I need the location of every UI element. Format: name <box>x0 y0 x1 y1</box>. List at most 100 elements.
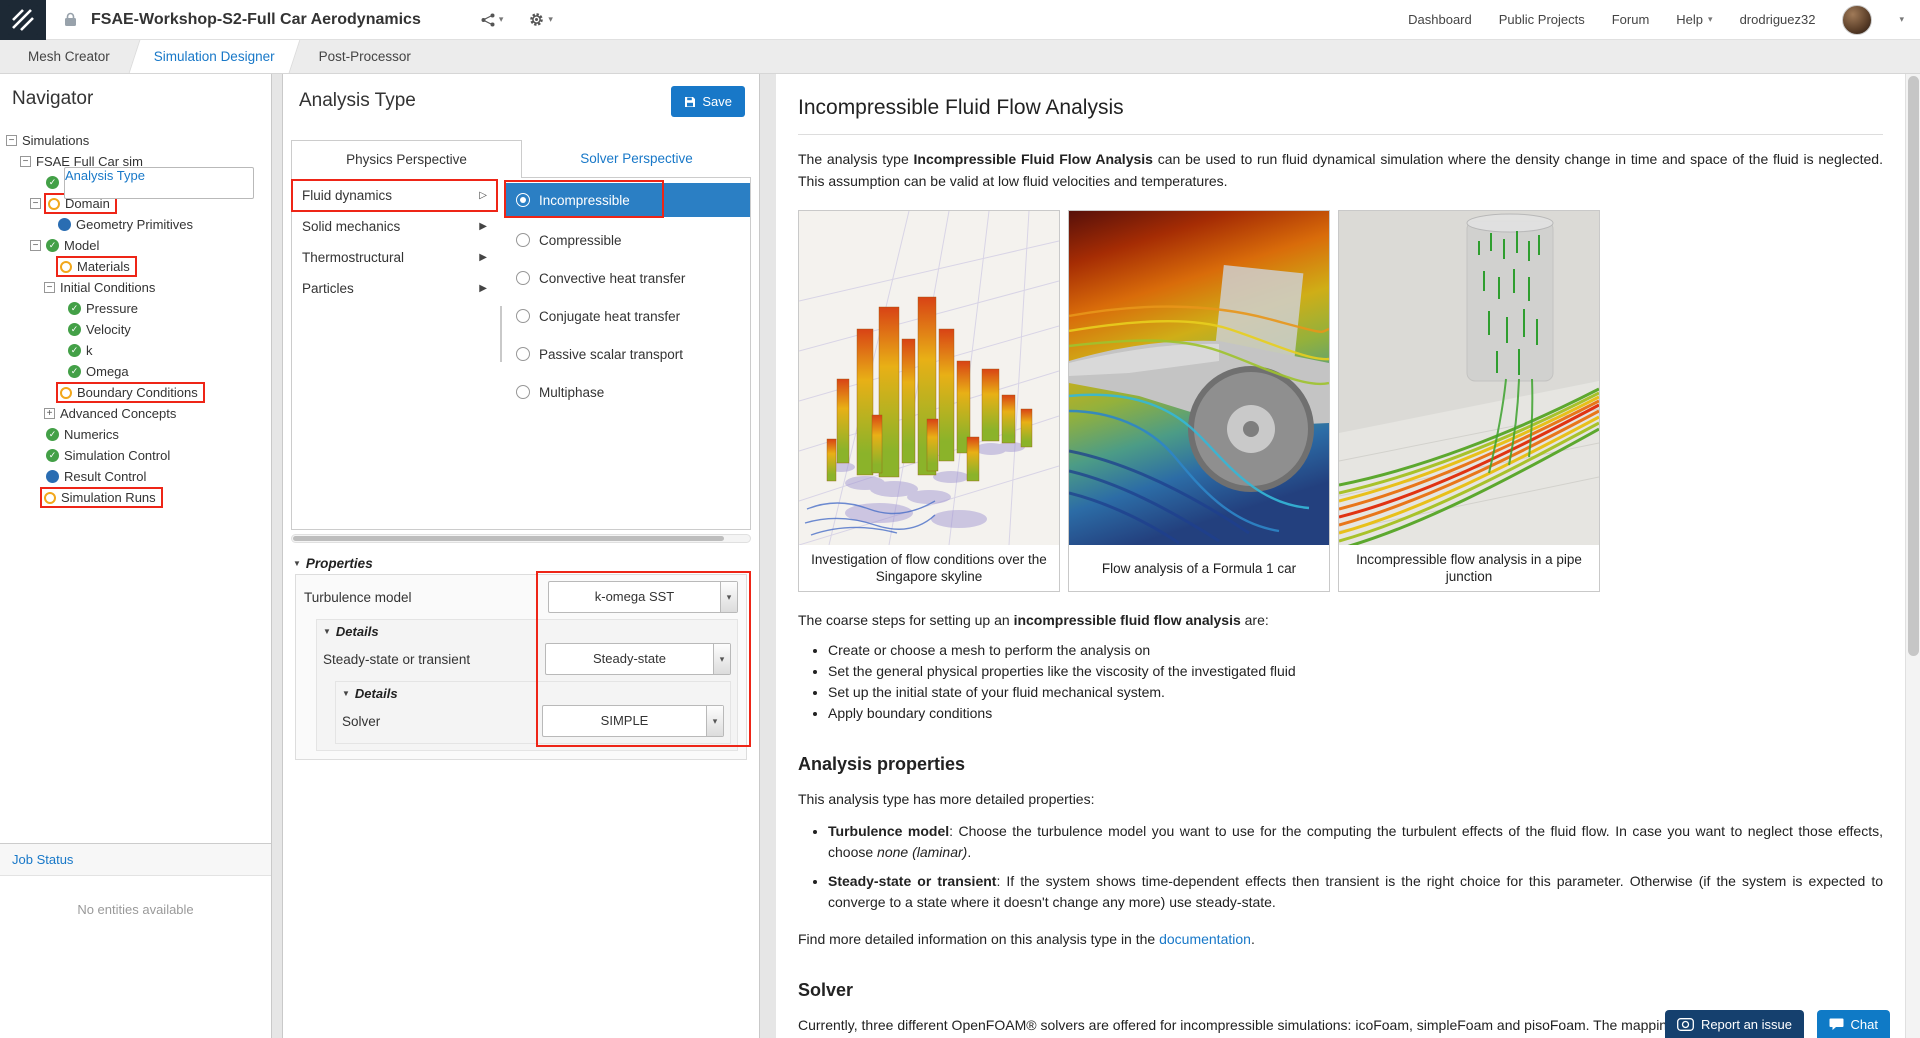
tree-item-pressure[interactable]: ✓ Pressure <box>0 298 271 319</box>
category-label: Thermostructural <box>302 250 405 265</box>
collapse-icon[interactable]: − <box>30 198 41 209</box>
scrollbar-thumb[interactable] <box>293 536 724 541</box>
tree-item-model[interactable]: − ✓ Model <box>0 235 271 256</box>
top-nav: Dashboard Public Projects Forum Help ▾ d… <box>1408 4 1920 35</box>
option-incompressible[interactable]: Incompressible <box>504 180 750 218</box>
tree-item-simulation-runs[interactable]: Simulation Runs <box>0 487 271 508</box>
collapse-icon[interactable]: − <box>20 156 31 167</box>
tree-label: Velocity <box>86 322 131 337</box>
tree-label: Simulation Runs <box>61 490 156 505</box>
option-compressible[interactable]: Compressible <box>504 221 750 259</box>
option-convective-heat-transfer[interactable]: Convective heat transfer <box>504 259 750 297</box>
doc-intro: The analysis type Incompressible Fluid F… <box>798 149 1883 192</box>
details-header-label: Details <box>354 686 398 701</box>
property-label: Turbulence model <box>304 589 412 605</box>
tree-item-geometry-primitives[interactable]: Geometry Primitives <box>0 214 271 235</box>
documentation-link[interactable]: documentation <box>1159 931 1251 947</box>
option-label: Multiphase <box>539 384 605 400</box>
doc-more-info: Find more detailed information on this a… <box>798 929 1883 951</box>
tree-item-initial-conditions[interactable]: − Initial Conditions <box>0 277 271 298</box>
category-solid-mechanics[interactable]: Solid mechanics ▶ <box>292 211 497 242</box>
chat-icon <box>1829 1018 1844 1030</box>
property-row-solver: Solver SIMPLE ▾ <box>342 705 724 737</box>
tree-item-velocity[interactable]: ✓ Velocity <box>0 319 271 340</box>
node-icon <box>58 218 71 231</box>
nav-username[interactable]: drodriguez32 <box>1740 12 1816 27</box>
tab-simulation-designer[interactable]: Simulation Designer <box>132 40 297 73</box>
option-label: Incompressible <box>539 192 630 208</box>
tab-label: Simulation Designer <box>153 49 275 64</box>
tab-physics-perspective[interactable]: Physics Perspective <box>291 140 522 178</box>
nav-dashboard[interactable]: Dashboard <box>1408 12 1472 27</box>
check-icon: ✓ <box>46 176 59 189</box>
nav-forum[interactable]: Forum <box>1612 12 1650 27</box>
tree-item-simulations[interactable]: − Simulations <box>0 130 271 151</box>
tree-item-numerics[interactable]: ✓ Numerics <box>0 424 271 445</box>
cfd-image-skyline <box>799 211 1059 546</box>
property-description: Steady-state or transient: If the system… <box>828 871 1883 913</box>
tree-item-simulation-control[interactable]: ✓ Simulation Control <box>0 445 271 466</box>
settings-button[interactable]: ▾ <box>529 12 553 27</box>
properties-section-header[interactable]: ▼ Properties <box>293 556 373 571</box>
analysis-type-panel: Analysis Type Save Physics Perspective S… <box>282 74 760 1038</box>
cfd-image-pipe <box>1339 211 1599 546</box>
collapse-icon[interactable]: − <box>30 240 41 251</box>
project-title: FSAE-Workshop-S2-Full Car Aerodynamics <box>91 10 421 28</box>
radio-button <box>516 233 530 247</box>
tab-post-processor[interactable]: Post-Processor <box>297 40 433 73</box>
tree-label: Omega <box>86 364 129 379</box>
scrollbar-thumb[interactable] <box>1908 76 1919 656</box>
chat-button[interactable]: Chat <box>1816 1010 1890 1038</box>
steady-transient-select[interactable]: Steady-state ▾ <box>545 643 731 675</box>
panel-title: Analysis Type <box>299 90 416 111</box>
analysis-properties-heading: Analysis properties <box>798 754 966 775</box>
properties-header-label: Properties <box>305 556 373 571</box>
tree-label: k <box>86 343 93 358</box>
tree-item-result-control[interactable]: Result Control <box>0 466 271 487</box>
chevron-down-icon[interactable]: ▾ <box>1899 15 1904 24</box>
details-section-header[interactable]: ▼ Details <box>323 624 731 639</box>
solver-select[interactable]: SIMPLE ▾ <box>542 705 724 737</box>
chat-label: Chat <box>1850 1016 1878 1032</box>
annotation-box: Materials <box>56 256 137 277</box>
collapse-icon[interactable]: − <box>44 282 55 293</box>
doc-figures: Investigation of flow conditions over th… <box>798 210 1883 593</box>
report-issue-button[interactable]: Report an issue <box>1664 1010 1804 1038</box>
tree-item-k[interactable]: ✓ k <box>0 340 271 361</box>
category-label: Particles <box>302 281 354 296</box>
turbulence-model-select[interactable]: k-omega SST ▾ <box>548 581 738 613</box>
save-label: Save <box>702 94 732 109</box>
horizontal-scrollbar[interactable] <box>291 534 751 543</box>
tab-solver-perspective[interactable]: Solver Perspective <box>522 140 751 178</box>
option-conjugate-heat-transfer[interactable]: Conjugate heat transfer <box>504 297 750 335</box>
warning-icon <box>60 260 72 273</box>
category-fluid-dynamics[interactable]: Fluid dynamics ▷ <box>291 179 498 212</box>
report-issue-label: Report an issue <box>1700 1016 1792 1032</box>
tree-item-omega[interactable]: ✓ Omega <box>0 361 271 382</box>
save-button[interactable]: Save <box>671 86 745 117</box>
tree-item-analysis-type[interactable]: ✓ Analysis Type <box>0 166 271 199</box>
details-section-header[interactable]: ▼ Details <box>342 686 724 701</box>
nav-public-projects[interactable]: Public Projects <box>1499 12 1585 27</box>
option-passive-scalar-transport[interactable]: Passive scalar transport <box>504 335 750 373</box>
nav-help[interactable]: Help ▾ <box>1676 12 1712 27</box>
warning-icon <box>60 386 72 399</box>
job-status-title: Job Status <box>0 844 271 876</box>
category-thermostructural[interactable]: Thermostructural ▶ <box>292 242 497 273</box>
share-button[interactable]: ▾ <box>481 13 503 27</box>
tab-mesh-creator[interactable]: Mesh Creator <box>6 40 132 73</box>
app-logo[interactable] <box>0 0 46 40</box>
tree-item-materials[interactable]: Materials <box>0 256 271 277</box>
tree-item-advanced-concepts[interactable]: + Advanced Concepts <box>0 403 271 424</box>
vertical-scrollbar[interactable] <box>1905 74 1920 1038</box>
category-particles[interactable]: Particles ▶ <box>292 273 497 304</box>
avatar[interactable] <box>1842 4 1873 35</box>
option-multiphase[interactable]: Multiphase <box>504 373 750 411</box>
expand-icon[interactable]: + <box>44 408 55 419</box>
check-icon: ✓ <box>68 302 81 315</box>
tree-item-boundary-conditions[interactable]: Boundary Conditions <box>0 382 271 403</box>
category-list: Fluid dynamics ▷ Solid mechanics ▶ Therm… <box>291 178 498 529</box>
node-icon <box>46 470 59 483</box>
check-icon: ✓ <box>46 449 59 462</box>
collapse-icon[interactable]: − <box>6 135 17 146</box>
